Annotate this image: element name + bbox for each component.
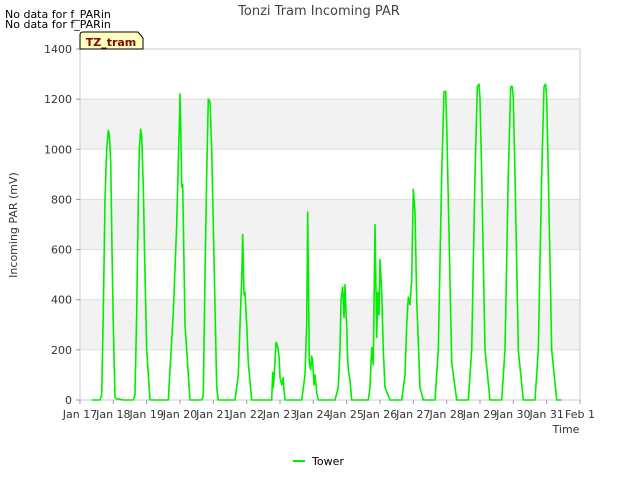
y-tick-label: 200 xyxy=(51,344,72,357)
badge-label: TZ_tram xyxy=(86,36,137,49)
x-tick-label: Jan 28 xyxy=(428,408,463,421)
y-tick-label: 0 xyxy=(65,394,72,407)
x-tick-label: Jan 21 xyxy=(195,408,230,421)
x-tick-label: Feb 1 xyxy=(565,408,595,421)
y-tick-label: 1400 xyxy=(44,43,72,56)
x-tick-label: Jan 23 xyxy=(262,408,297,421)
x-tick-label: Jan 22 xyxy=(228,408,263,421)
chart-title: Tonzi Tram Incoming PAR xyxy=(237,4,400,19)
x-tick-label: Jan 30 xyxy=(495,408,530,421)
x-tick-label: Jan 18 xyxy=(95,408,130,421)
x-tick-label: Jan 29 xyxy=(462,408,497,421)
x-axis-label: Time xyxy=(552,423,580,436)
x-tick-label: Jan 17 xyxy=(62,408,97,421)
y-tick-label: 400 xyxy=(51,294,72,307)
x-tick-label: Jan 19 xyxy=(128,408,163,421)
y-tick-label: 1200 xyxy=(44,93,72,106)
y-tick-label: 600 xyxy=(51,244,72,257)
legend: Tower xyxy=(293,455,344,468)
x-tick-label: Jan 27 xyxy=(395,408,430,421)
x-tick-label: Jan 31 xyxy=(528,408,563,421)
legend-label-tower: Tower xyxy=(311,455,344,468)
par-chart: 0200400600800100012001400 Jan 17Jan 18Ja… xyxy=(7,4,595,468)
y-tick-label: 800 xyxy=(51,193,72,206)
x-tick-label: Jan 20 xyxy=(162,408,197,421)
site-badge: TZ_tram xyxy=(79,31,144,50)
y-tick-label: 1000 xyxy=(44,143,72,156)
x-tick-label: Jan 25 xyxy=(328,408,363,421)
grid-band xyxy=(80,99,580,150)
grid-band xyxy=(80,199,580,250)
x-tick-label: Jan 24 xyxy=(295,408,330,421)
y-axis-label: Incoming PAR (mV) xyxy=(7,172,20,278)
x-tick-label: Jan 26 xyxy=(362,408,397,421)
